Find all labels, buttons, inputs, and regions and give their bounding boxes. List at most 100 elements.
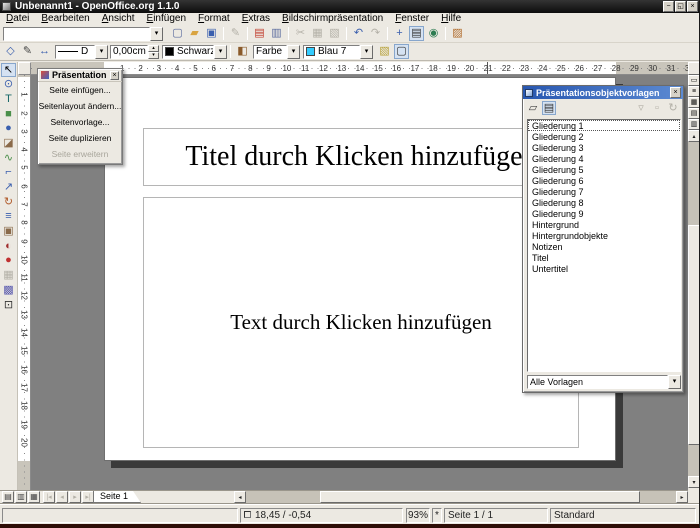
menu-bildschirmpräsentation[interactable]: Bildschirmpräsentation	[276, 13, 389, 25]
menu-format[interactable]: Format	[192, 13, 236, 25]
style-item-untertitel[interactable]: Untertitel	[528, 263, 680, 274]
layer-mode-button[interactable]: ▦	[28, 491, 40, 503]
horizontal-scrollbar-thumb[interactable]	[320, 491, 640, 503]
print-button[interactable]: ▥	[269, 26, 284, 41]
edit-points-button[interactable]: ◇	[3, 44, 18, 59]
gallery-button[interactable]: ▨	[450, 26, 465, 41]
hscroll-right-icon[interactable]: ▸	[676, 491, 688, 503]
line-color-dropdown-icon[interactable]: ▾	[214, 45, 227, 59]
edit-file-button[interactable]: ✎	[228, 26, 243, 41]
menu-bearbeiten[interactable]: Bearbeiten	[35, 13, 95, 25]
navigator-button[interactable]: +	[392, 26, 407, 41]
slideshow-button[interactable]: ⊡	[1, 298, 16, 312]
undo-button[interactable]: ↶	[351, 26, 366, 41]
style-item-gliederung-8[interactable]: Gliederung 8	[528, 197, 680, 208]
fill-format-mode-button[interactable]: ▿	[634, 101, 648, 115]
style-item-gliederung-1[interactable]: Gliederung 1	[528, 120, 680, 131]
popup-item-seite-einfügen[interactable]: Seite einfügen...	[38, 82, 122, 98]
line-width-field[interactable]: 0,00cm ▴▾	[110, 45, 159, 59]
previous-page-button[interactable]: ◂	[56, 491, 68, 503]
style-item-gliederung-4[interactable]: Gliederung 4	[528, 153, 680, 164]
style-item-hintergrund[interactable]: Hintergrund	[528, 219, 680, 230]
title-placeholder[interactable]: Titel durch Klicken hinzufügen	[143, 128, 579, 186]
style-item-titel[interactable]: Titel	[528, 252, 680, 263]
menu-fenster[interactable]: Fenster	[389, 13, 435, 25]
stylist-filter-dropdown-icon[interactable]: ▾	[668, 375, 681, 389]
objects-3d-button[interactable]: ◪	[1, 136, 16, 150]
hyperlink-button[interactable]: ◉	[426, 26, 441, 41]
line-style-combo[interactable]: D ▾	[55, 45, 108, 59]
style-item-notizen[interactable]: Notizen	[528, 241, 680, 252]
stylist-close-icon[interactable]: ×	[670, 87, 681, 98]
connector-button[interactable]: ⌐	[1, 166, 16, 180]
horizontal-ruler[interactable]: 1234567891011121314151617181920212223242…	[31, 62, 688, 75]
paste-button[interactable]: ▧	[327, 26, 342, 41]
menu-extras[interactable]: Extras	[236, 13, 276, 25]
minimize-button[interactable]: −	[663, 1, 674, 12]
new-document-button[interactable]: ▢	[170, 26, 185, 41]
master-mode-button[interactable]: ▥	[15, 491, 27, 503]
body-placeholder[interactable]: Text durch Klicken hinzufügen	[143, 197, 579, 448]
presentation-popup-titlebar[interactable]: Präsentation ×	[38, 69, 122, 82]
new-style-button[interactable]: ▫	[650, 101, 664, 115]
page-tab[interactable]: Seite 1	[93, 491, 141, 503]
copy-button[interactable]: ▦	[310, 26, 325, 41]
redo-button[interactable]: ↷	[368, 26, 383, 41]
spin-up-icon[interactable]: ▴	[148, 45, 159, 52]
popup-item-seite-duplizieren[interactable]: Seite duplizieren	[38, 130, 122, 146]
menu-datei[interactable]: Datei	[0, 13, 35, 25]
horizontal-scrollbar[interactable]	[246, 491, 676, 503]
alignment-button[interactable]: ≡	[1, 210, 16, 224]
vertical-ruler[interactable]: 1234567891011121314151617181920	[18, 75, 31, 490]
first-page-button[interactable]: |◂	[43, 491, 55, 503]
line-color-combo[interactable]: Schwarz ▾	[162, 45, 227, 59]
rotate-button[interactable]: ↻	[1, 195, 16, 209]
arrange-button[interactable]: ▣	[1, 225, 16, 239]
popup-close-icon[interactable]: ×	[110, 71, 119, 80]
rectangle-button[interactable]: ■	[1, 107, 16, 121]
title-bar[interactable]: Unbenannt1 - OpenOffice.org 1.1.0 −◱×	[0, 0, 700, 13]
select-button[interactable]: ↖	[1, 63, 16, 77]
presentation-styles-button[interactable]: ▤	[542, 101, 556, 115]
hscroll-left-icon[interactable]: ◂	[234, 491, 246, 503]
style-item-hintergrundobjekte[interactable]: Hintergrundobjekte	[528, 230, 680, 241]
fill-type-combo[interactable]: Farbe ▾	[253, 45, 300, 59]
stylist-titlebar[interactable]: Präsentationsobjektvorlagen ×	[523, 86, 683, 99]
style-item-gliederung-9[interactable]: Gliederung 9	[528, 208, 680, 219]
line-style-dropdown-icon[interactable]: ▾	[95, 45, 108, 59]
shadow-button[interactable]: ▧	[377, 44, 392, 59]
zoom-button[interactable]: ⊙	[1, 78, 16, 92]
controller-3d-button[interactable]: ▩	[1, 283, 16, 297]
export-pdf-button[interactable]: ▤	[252, 26, 267, 41]
update-style-button[interactable]: ↻	[666, 101, 680, 115]
text-button[interactable]: T	[1, 92, 16, 106]
insert-button[interactable]: ◐	[1, 239, 16, 253]
restore-button[interactable]: ◱	[675, 1, 686, 12]
cut-button[interactable]: ✂	[293, 26, 308, 41]
style-item-gliederung-2[interactable]: Gliederung 2	[528, 131, 680, 142]
presentation-box-button[interactable]: ▢	[394, 44, 409, 59]
fill-type-dropdown-icon[interactable]: ▾	[287, 45, 300, 59]
menu-einfügen[interactable]: Einfügen	[141, 13, 192, 25]
curve-button[interactable]: ∿	[1, 151, 16, 165]
line-width-spinner[interactable]: ▴▾	[148, 45, 159, 59]
save-document-button[interactable]: ▣	[204, 26, 219, 41]
style-item-gliederung-3[interactable]: Gliederung 3	[528, 142, 680, 153]
spin-down-icon[interactable]: ▾	[148, 52, 159, 59]
fill-color-combo[interactable]: Blau 7 ▾	[303, 45, 373, 59]
style-item-gliederung-7[interactable]: Gliederung 7	[528, 186, 680, 197]
popup-item-seitenlayout-ändern[interactable]: Seitenlayout ändern...	[38, 98, 122, 114]
combo-dropdown-icon[interactable]: ▾	[150, 27, 163, 41]
last-page-button[interactable]: ▸|	[82, 491, 94, 503]
document-combo[interactable]: ▾	[3, 27, 163, 41]
style-item-gliederung-6[interactable]: Gliederung 6	[528, 175, 680, 186]
lines-arrows-button[interactable]: ↗	[1, 181, 16, 195]
status-zoom-field[interactable]: 93%	[406, 508, 430, 523]
style-item-gliederung-5[interactable]: Gliederung 5	[528, 164, 680, 175]
close-button[interactable]: ×	[687, 1, 698, 12]
line-width-value[interactable]: 0,00cm	[110, 45, 148, 59]
document-combo-input[interactable]	[3, 27, 150, 41]
next-page-button[interactable]: ▸	[69, 491, 81, 503]
stylist-filter-combo[interactable]: Alle Vorlagen ▾	[527, 375, 681, 389]
page-mode-button[interactable]: ▤	[2, 491, 14, 503]
